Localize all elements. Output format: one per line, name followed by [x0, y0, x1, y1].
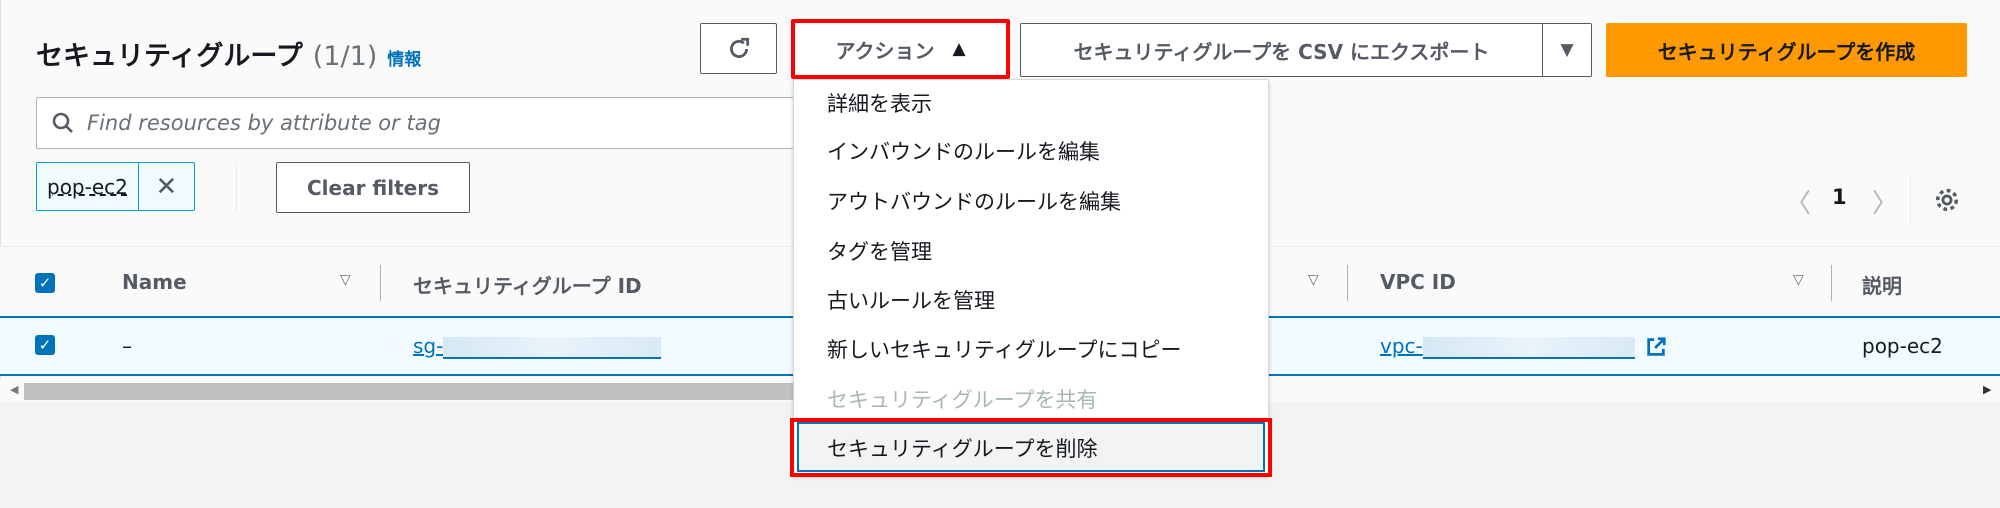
create-security-group-button[interactable]: セキュリティグループを作成 — [1606, 23, 1967, 77]
redacted-area — [1422, 336, 1635, 359]
sort-icon[interactable]: ▽ — [1308, 272, 1319, 288]
sg-id-link[interactable]: sg- — [413, 334, 443, 358]
external-link-icon[interactable] — [1645, 336, 1667, 358]
divider — [1910, 175, 1911, 225]
previous-page-icon[interactable]: 〈 — [1785, 183, 1811, 220]
export-csv-button[interactable]: セキュリティグループを CSV にエクスポート — [1020, 23, 1543, 77]
sort-icon[interactable]: ▽ — [340, 272, 351, 288]
column-divider[interactable] — [380, 265, 381, 301]
menu-item-manage-tags[interactable]: タグを管理 — [827, 236, 932, 266]
refresh-icon — [729, 37, 749, 58]
menu-item-manage-stale-rules[interactable]: 古いルールを管理 — [827, 285, 995, 315]
scroll-left-icon[interactable]: ◀ — [10, 383, 18, 396]
row-sg-id[interactable]: sg- — [413, 334, 662, 359]
column-header-sg-id[interactable]: セキュリティグループ ID — [413, 270, 642, 299]
current-page[interactable]: 1 — [1832, 185, 1847, 209]
row-checkbox[interactable]: ✓ — [35, 335, 55, 355]
column-divider[interactable] — [1831, 265, 1832, 301]
vpc-id-link[interactable]: vpc- — [1380, 334, 1423, 358]
select-all-checkbox[interactable]: ✓ — [35, 273, 55, 293]
menu-item-share: セキュリティグループを共有 — [827, 388, 1098, 412]
search-placeholder: Find resources by attribute or tag — [87, 111, 441, 135]
menu-item-edit-inbound-rules[interactable]: インバウンドのルールを編集 — [827, 136, 1100, 166]
remove-filter-icon[interactable]: ✕ — [139, 163, 194, 210]
column-header-name[interactable]: Name — [122, 270, 187, 294]
title-text: セキュリティグループ — [36, 41, 303, 72]
redacted-area — [443, 336, 662, 359]
actions-label: アクション — [835, 38, 935, 63]
info-link[interactable]: 情報 — [387, 45, 421, 70]
row-name: – — [122, 334, 132, 358]
actions-button[interactable]: アクション ▲ — [791, 19, 1010, 79]
column-divider[interactable] — [1347, 265, 1348, 301]
settings-gear-icon[interactable] — [1933, 186, 1961, 214]
row-description: pop-ec2 — [1862, 334, 1943, 358]
menu-item-view-details[interactable]: 詳細を表示 — [827, 88, 932, 118]
filter-token: pop-ec2 ✕ — [36, 162, 195, 211]
caret-up-icon: ▲ — [952, 39, 966, 59]
menu-item-copy-to-new[interactable]: 新しいセキュリティグループにコピー — [827, 334, 1181, 364]
annotation-highlight-box — [790, 418, 1272, 477]
caret-down-icon: ▼ — [1560, 40, 1574, 60]
refresh-button[interactable] — [700, 23, 777, 74]
column-header-description[interactable]: 説明 — [1862, 270, 1902, 299]
search-icon — [52, 112, 73, 133]
divider — [236, 162, 237, 212]
page-title: セキュリティグループ (1/1) 情報 — [36, 34, 421, 73]
search-input[interactable]: Find resources by attribute or tag — [36, 97, 796, 149]
column-header-vpc-id[interactable]: VPC ID — [1380, 270, 1456, 294]
export-dropdown-button[interactable]: ▼ — [1542, 23, 1592, 77]
sort-icon[interactable]: ▽ — [1793, 272, 1804, 288]
clear-filters-button[interactable]: Clear filters — [276, 162, 470, 213]
scroll-right-icon[interactable]: ▶ — [1983, 383, 1991, 396]
menu-item-edit-outbound-rules[interactable]: アウトバウンドのルールを編集 — [827, 186, 1121, 216]
selection-count: (1/1) — [312, 41, 378, 72]
next-page-icon[interactable]: 〉 — [1872, 183, 1898, 220]
row-vpc-id[interactable]: vpc- — [1380, 334, 1635, 359]
filter-token-label[interactable]: pop-ec2 — [37, 163, 139, 210]
